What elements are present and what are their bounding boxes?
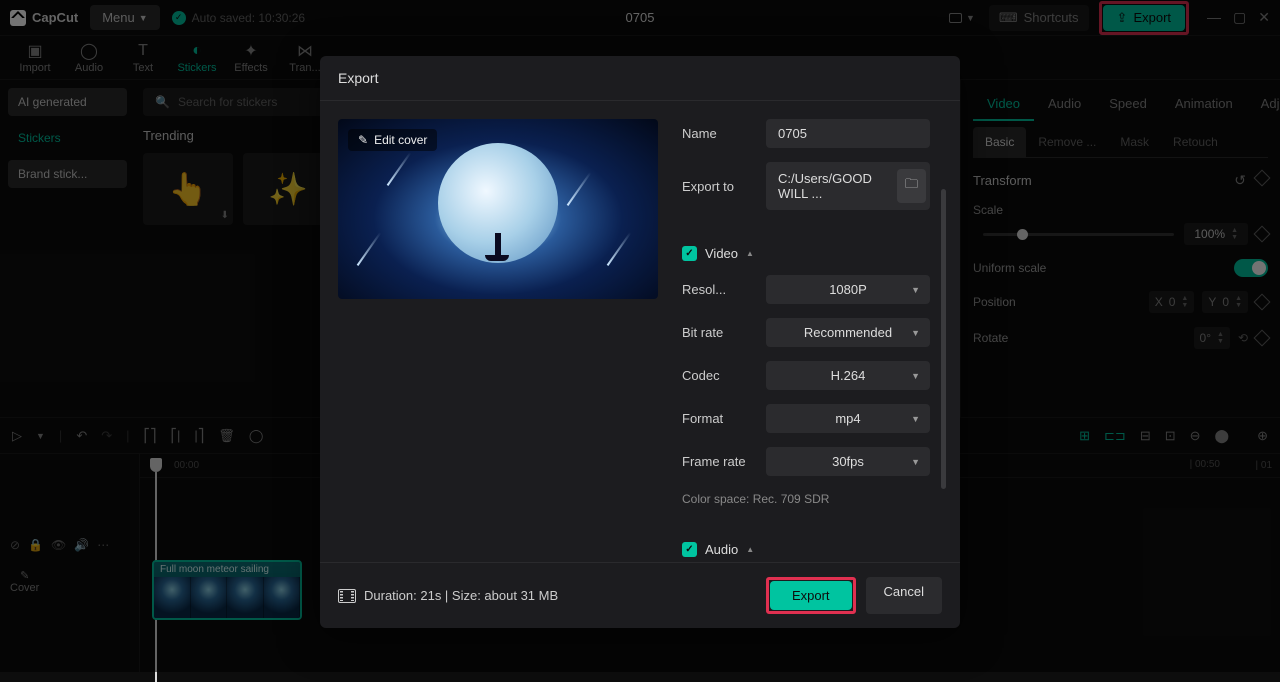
exportto-input[interactable]: C:/Users/GOOD WILL ... 🗀 [766, 162, 930, 210]
modal-footer: Duration: 21s | Size: about 31 MB Export… [320, 562, 960, 628]
codec-select[interactable]: H.264▼ [766, 361, 930, 390]
export-confirm-button[interactable]: Export [770, 581, 852, 610]
resolution-select[interactable]: 1080P▼ [766, 275, 930, 304]
pencil-icon: ✎ [358, 133, 368, 147]
bitrate-select[interactable]: Recommended▼ [766, 318, 930, 347]
duration-info: Duration: 21s | Size: about 31 MB [338, 588, 558, 603]
name-label: Name [682, 126, 754, 141]
modal-title: Export [320, 56, 960, 101]
colorspace-info: Color space: Rec. 709 SDR [682, 492, 930, 506]
modal-form: Name 0705 Export to C:/Users/GOOD WILL .… [682, 119, 942, 544]
resolution-label: Resol... [682, 282, 754, 297]
scrollbar[interactable] [941, 189, 946, 489]
collapse-icon[interactable]: ▲ [746, 545, 754, 554]
collapse-icon[interactable]: ▲ [746, 249, 754, 258]
chevron-down-icon: ▼ [911, 285, 920, 295]
cancel-button[interactable]: Cancel [866, 577, 942, 614]
edit-cover-button[interactable]: ✎ Edit cover [348, 129, 437, 151]
modal-preview-column: ✎ Edit cover [338, 119, 658, 544]
chevron-down-icon: ▼ [911, 371, 920, 381]
format-select[interactable]: mp4▼ [766, 404, 930, 433]
chevron-down-icon: ▼ [911, 457, 920, 467]
framerate-label: Frame rate [682, 454, 754, 469]
cover-preview: ✎ Edit cover [338, 119, 658, 299]
bitrate-label: Bit rate [682, 325, 754, 340]
folder-icon[interactable]: 🗀 [897, 169, 926, 203]
exportto-label: Export to [682, 179, 754, 194]
export-modal: Export ✎ Edit cover Name 0705 [320, 56, 960, 628]
chevron-down-icon: ▼ [911, 414, 920, 424]
checkbox-checked-icon[interactable]: ✓ [682, 246, 697, 261]
format-label: Format [682, 411, 754, 426]
codec-label: Codec [682, 368, 754, 383]
video-section-toggle[interactable]: ✓ Video ▲ [682, 246, 930, 261]
audio-section-toggle[interactable]: ✓ Audio ▲ [682, 542, 930, 557]
film-icon [338, 589, 356, 603]
sailboat-graphic [495, 233, 501, 257]
name-input[interactable]: 0705 [766, 119, 930, 148]
checkbox-checked-icon[interactable]: ✓ [682, 542, 697, 557]
export-confirm-highlight: Export [766, 577, 856, 614]
framerate-select[interactable]: 30fps▼ [766, 447, 930, 476]
chevron-down-icon: ▼ [911, 328, 920, 338]
